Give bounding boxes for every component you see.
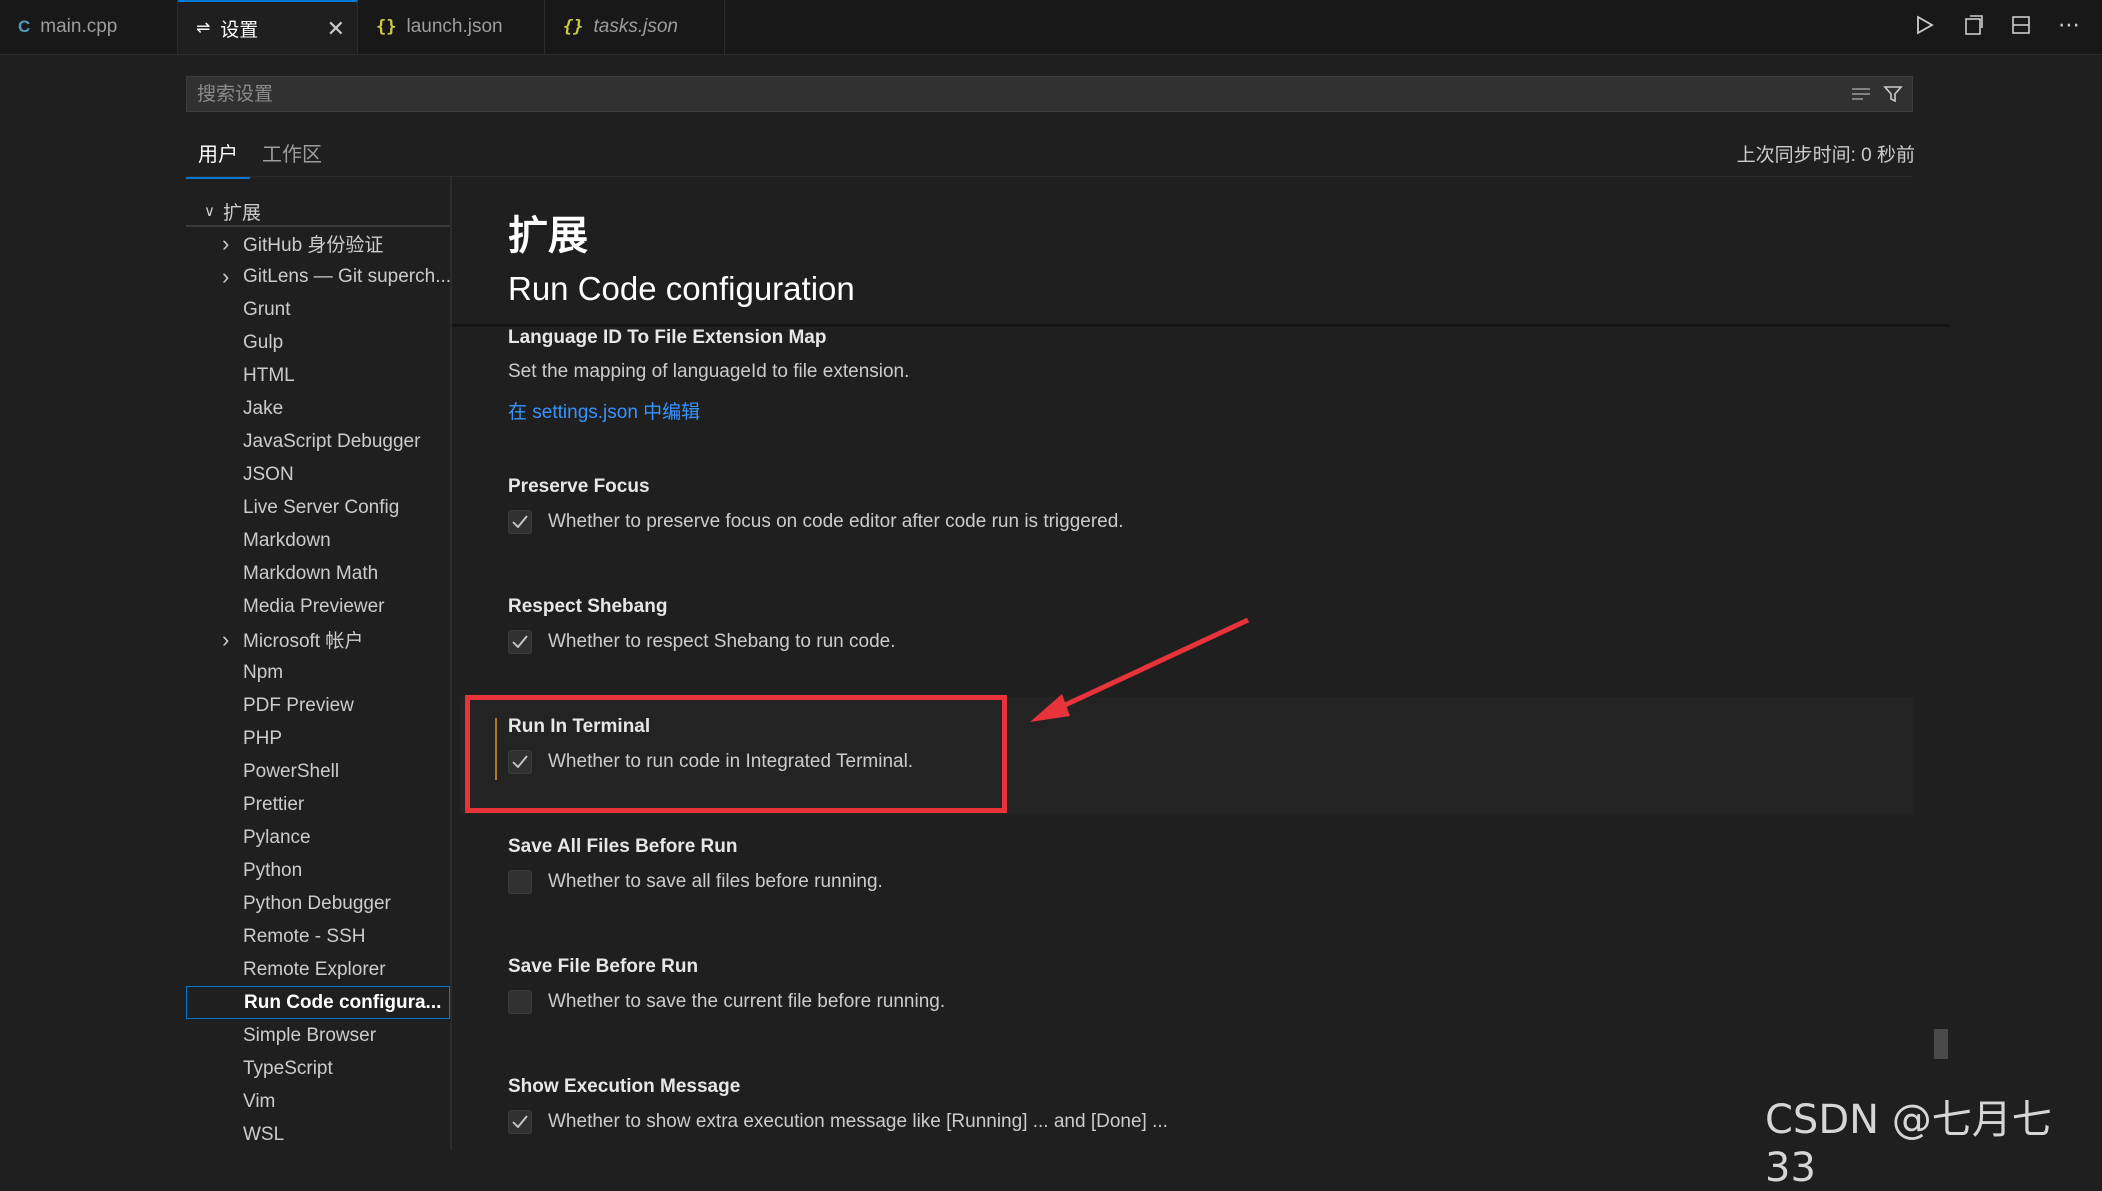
watermark: CSDN @七月七33 bbox=[1765, 1097, 2052, 1191]
scrollbar-thumb[interactable] bbox=[1934, 1029, 1948, 1059]
red-arrow-annotation bbox=[1030, 617, 1250, 722]
